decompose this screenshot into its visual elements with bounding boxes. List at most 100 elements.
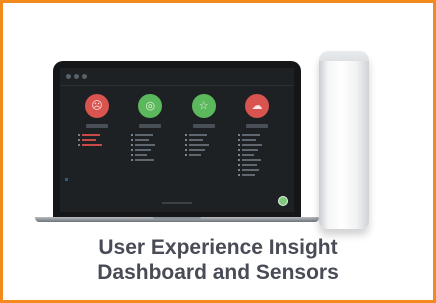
fail-face-icon[interactable]: ☹	[85, 94, 109, 118]
status-column[interactable]: ☁	[234, 94, 280, 178]
bullet-icon	[237, 149, 240, 151]
list-item[interactable]	[237, 153, 262, 157]
list-item[interactable]	[184, 148, 209, 152]
product-card: ☹ ◎ ☆ ☁ User Experience Insight Dashboard a…	[0, 0, 436, 303]
star-icon[interactable]: ☆	[191, 94, 216, 118]
bullet-icon	[237, 159, 240, 161]
caption-line-2: Dashboard and Sensors	[97, 261, 339, 284]
caption: User Experience Insight Dashboard and Se…	[3, 235, 433, 285]
sensor-cap	[319, 51, 369, 61]
bullet-icon	[237, 174, 240, 176]
column-label	[192, 124, 215, 128]
item-text	[135, 159, 155, 161]
status-column[interactable]: ◎	[127, 94, 173, 178]
list-item[interactable]	[78, 138, 102, 142]
bullet-icon	[184, 144, 187, 146]
list-item[interactable]	[184, 153, 209, 157]
list-item[interactable]	[131, 133, 155, 137]
bullet-icon	[131, 144, 134, 146]
item-text	[241, 139, 256, 141]
bullet-icon	[184, 154, 187, 156]
item-text	[188, 149, 205, 151]
item-text	[241, 144, 262, 146]
list-item[interactable]	[131, 153, 155, 157]
list-item[interactable]	[131, 158, 155, 162]
window-controls	[66, 74, 87, 79]
dashboard-fab	[278, 196, 288, 206]
list-item[interactable]	[131, 138, 155, 142]
item-text	[241, 159, 261, 161]
item-list	[127, 133, 156, 163]
item-text	[241, 164, 257, 166]
dashboard-footer	[162, 202, 192, 204]
bullet-icon	[237, 139, 240, 141]
list-item[interactable]	[237, 148, 262, 152]
list-item[interactable]	[237, 138, 262, 142]
bullet-icon	[184, 139, 187, 141]
status-columns: ☹ ◎ ☆ ☁	[74, 94, 280, 178]
list-item[interactable]	[184, 143, 209, 147]
item-list	[234, 133, 262, 178]
window-divider	[60, 85, 294, 86]
item-list	[181, 133, 209, 158]
item-text	[188, 154, 201, 156]
item-text	[135, 149, 152, 151]
item-text	[82, 134, 100, 136]
bullet-icon	[131, 134, 134, 136]
list-item[interactable]	[131, 143, 156, 147]
list-item[interactable]	[184, 133, 209, 137]
bullet-icon	[237, 164, 240, 166]
list-item[interactable]	[237, 158, 262, 162]
list-item[interactable]	[184, 138, 209, 142]
item-list	[74, 133, 102, 148]
dashboard-screen: ☹ ◎ ☆ ☁	[60, 68, 294, 212]
laptop-notch	[153, 217, 201, 219]
list-item[interactable]	[78, 133, 102, 137]
item-text	[241, 154, 254, 156]
item-text	[135, 154, 148, 156]
window-dot	[74, 74, 79, 79]
caption-line-1: User Experience Insight	[98, 236, 338, 259]
bullet-icon	[131, 149, 134, 151]
status-column[interactable]: ☹	[74, 94, 120, 178]
bullet-icon	[237, 134, 240, 136]
list-item[interactable]	[237, 163, 262, 167]
item-text	[241, 134, 260, 136]
item-text	[135, 134, 154, 136]
item-text	[82, 139, 96, 141]
status-column[interactable]: ☆	[181, 94, 227, 178]
item-text	[135, 144, 156, 146]
item-text	[188, 134, 207, 136]
bullet-icon	[131, 154, 134, 156]
item-text	[241, 174, 255, 176]
item-text	[188, 144, 209, 146]
item-text	[82, 144, 102, 146]
laptop-bezel: ☹ ◎ ☆ ☁	[53, 61, 301, 219]
bullet-icon	[78, 134, 80, 136]
item-text	[135, 139, 150, 141]
list-item[interactable]	[237, 143, 262, 147]
bullet-icon	[237, 154, 240, 156]
cloud-icon[interactable]: ☁	[244, 94, 269, 118]
sidebar-marker	[65, 178, 68, 181]
bullet-icon	[237, 169, 240, 171]
item-text	[241, 169, 259, 171]
list-item[interactable]	[237, 168, 262, 172]
list-item[interactable]	[237, 133, 262, 137]
wifi-icon[interactable]: ◎	[138, 94, 163, 118]
column-label	[245, 124, 268, 128]
item-text	[188, 139, 203, 141]
column-label	[139, 124, 162, 128]
list-item[interactable]	[237, 173, 262, 177]
list-item[interactable]	[131, 148, 155, 152]
bullet-icon	[131, 159, 134, 161]
bullet-icon	[184, 149, 187, 151]
column-label	[86, 124, 108, 128]
bullet-icon	[237, 144, 240, 146]
sensor-device	[319, 51, 369, 229]
bullet-icon	[78, 144, 80, 146]
bullet-icon	[184, 134, 187, 136]
window-dot	[82, 74, 87, 79]
list-item[interactable]	[78, 143, 102, 147]
bullet-icon	[131, 139, 134, 141]
